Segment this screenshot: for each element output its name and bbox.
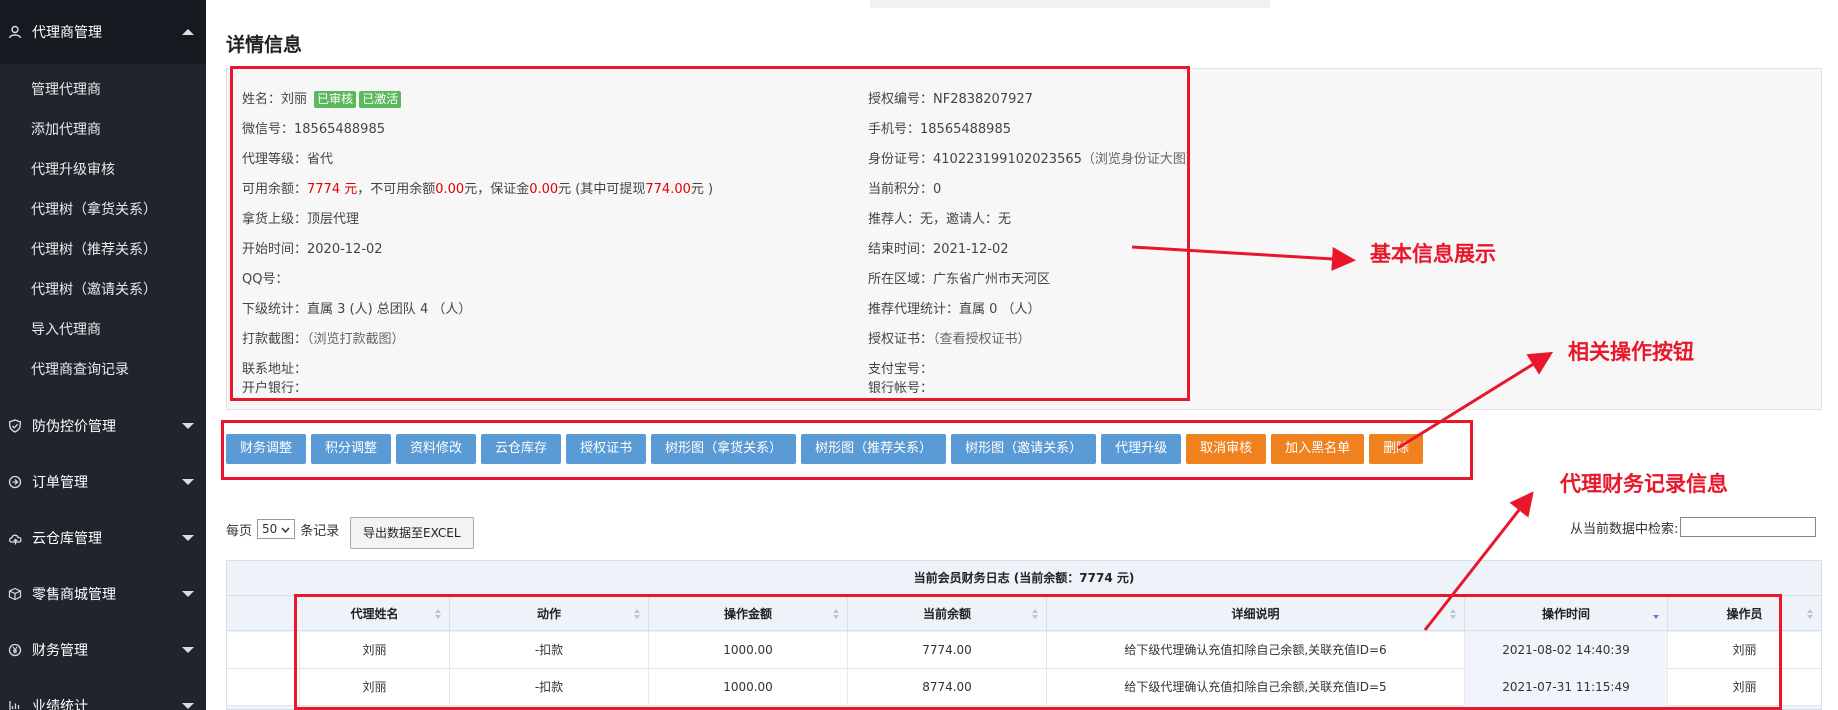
arrow-finance [1423,491,1534,631]
annotation-label-basic-info: 基本信息展示 [1370,242,1496,266]
annotation-label-buttons: 相关操作按钮 [1568,340,1694,364]
annotation-arrows [1131,245,1554,631]
page: 代理商管理 管理代理商 添加代理商 代理升级审核 代理树（拿货关系） 代理树（推… [0,0,1838,710]
annotation-label-finance: 代理财务记录信息 [1560,472,1728,496]
arrow-basic-info [1131,245,1356,271]
arrow-buttons [1397,351,1554,450]
